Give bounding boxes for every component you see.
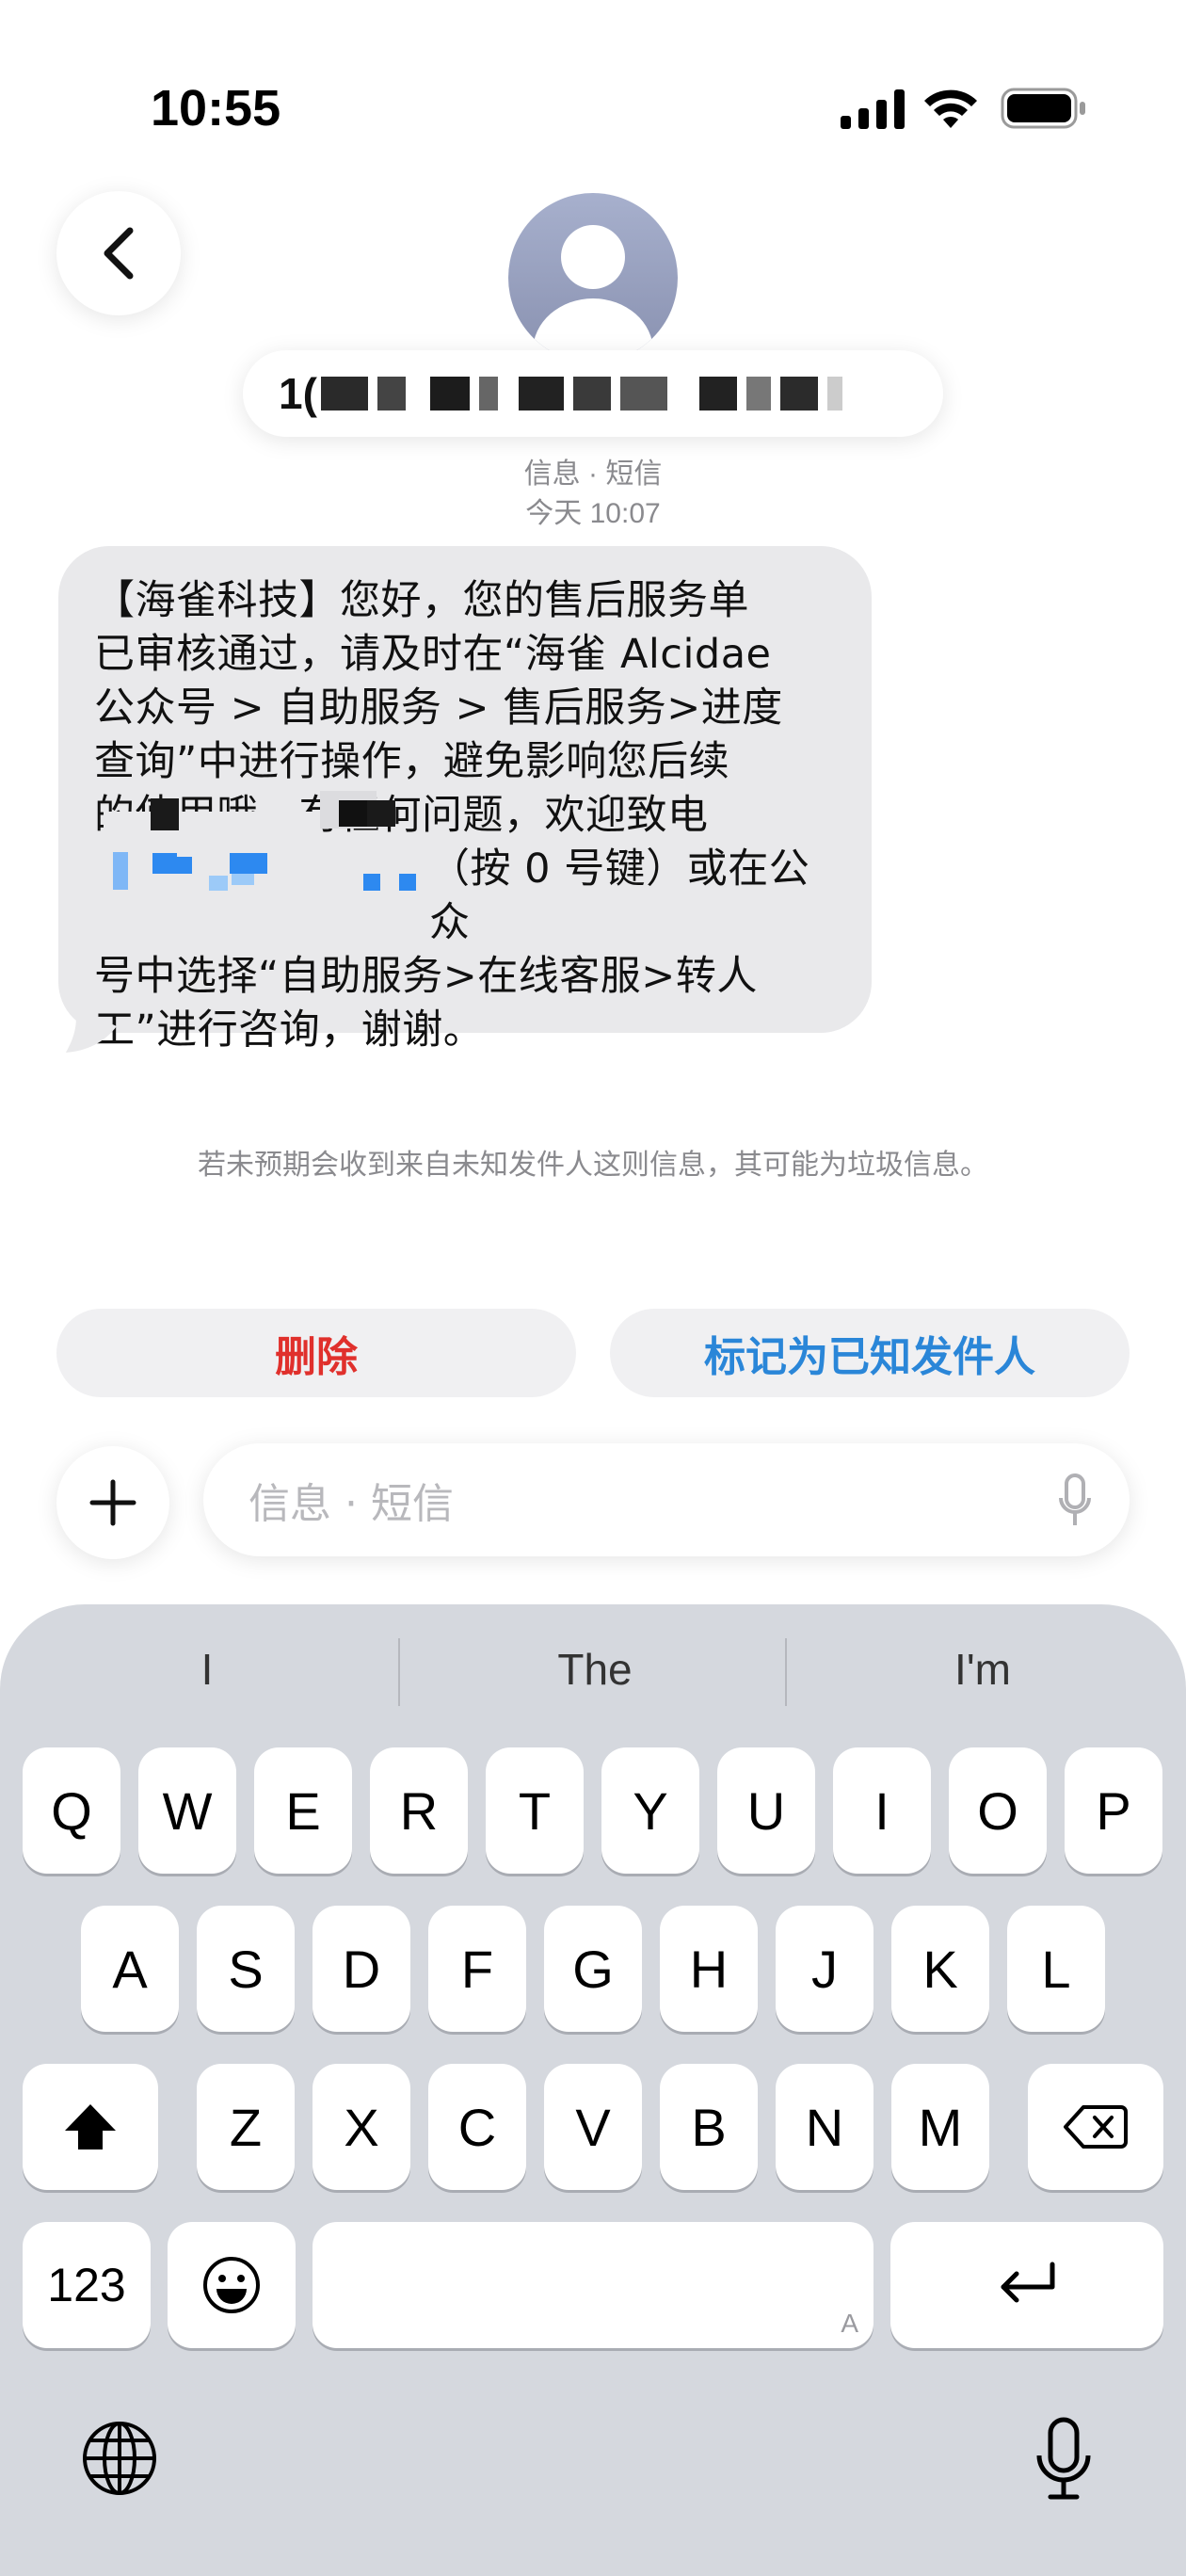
add-attachment-button[interactable]	[56, 1446, 169, 1559]
key-v[interactable]: V	[544, 2064, 642, 2190]
message-line: 号中选择“自助服务>在线客服>转人	[94, 953, 758, 1000]
suggestion-divider	[785, 1638, 787, 1706]
message-line: 公众号 > 自助服务 > 售后服务>进度	[94, 684, 783, 732]
key-e[interactable]: E	[254, 1747, 352, 1874]
person-icon	[533, 225, 653, 351]
key-g[interactable]: G	[544, 1906, 642, 2032]
key-h[interactable]: H	[660, 1906, 758, 2032]
key-r[interactable]: R	[370, 1747, 468, 1874]
suggestion-item[interactable]: The	[401, 1644, 789, 1695]
shift-icon	[65, 2104, 116, 2149]
cellular-signal-icon	[841, 89, 906, 129]
contact-number-prefix: 1(	[279, 369, 317, 418]
status-bar: 10:55	[0, 0, 1186, 188]
backspace-icon	[1064, 2105, 1128, 2149]
message-type-label: 信息 · 短信	[523, 459, 663, 490]
emoji-icon	[203, 2257, 260, 2313]
key-u[interactable]: U	[717, 1747, 815, 1874]
message-bubble[interactable]: 【海雀科技】您好，您的售后服务单 已审核通过，请及时在“海雀 Alcidae 公…	[58, 546, 872, 1054]
battery-icon	[1001, 88, 1085, 129]
key-j[interactable]: J	[776, 1906, 873, 2032]
suggestion-item[interactable]: I	[13, 1644, 401, 1695]
key-d[interactable]: D	[313, 1906, 410, 2032]
key-y[interactable]: Y	[601, 1747, 699, 1874]
keyboard: I The I'm Q W E R T Y U I O P A S D F G …	[0, 1604, 1186, 2576]
backspace-key[interactable]	[1028, 2064, 1163, 2190]
bubble-tail	[66, 1007, 117, 1053]
key-c[interactable]: C	[428, 2064, 526, 2190]
key-b[interactable]: B	[660, 2064, 758, 2190]
back-button[interactable]	[56, 191, 181, 315]
numbers-key[interactable]: 123	[23, 2222, 151, 2348]
contact-name-pill[interactable]: 1(	[243, 350, 943, 437]
return-key[interactable]	[890, 2222, 1163, 2348]
key-t[interactable]: T	[486, 1747, 584, 1874]
message-line: 查询”中进行操作，避免影响您后续	[94, 738, 730, 785]
status-time: 10:55	[151, 80, 281, 137]
key-a[interactable]: A	[81, 1906, 179, 2032]
redacted-number	[317, 377, 842, 411]
message-timestamp: 今天 10:07	[525, 498, 661, 529]
suggestion-divider	[398, 1638, 400, 1706]
key-f[interactable]: F	[428, 1906, 526, 2032]
shift-key[interactable]	[23, 2064, 158, 2190]
message-input-placeholder: 信息 · 短信	[248, 1480, 454, 1528]
message-line: 【海雀科技】您好，您的售后服务单	[94, 577, 749, 624]
contact-avatar[interactable]	[508, 193, 678, 362]
spam-warning: 若未预期会收到来自未知发件人这则信息，其可能为垃圾信息。	[198, 1149, 988, 1182]
message-input[interactable]: 信息 · 短信	[203, 1443, 1130, 1556]
globe-icon[interactable]	[81, 2420, 158, 2497]
key-q[interactable]: Q	[23, 1747, 120, 1874]
key-i[interactable]: I	[833, 1747, 931, 1874]
space-key[interactable]: A	[313, 2222, 873, 2348]
chevron-left-icon	[104, 227, 134, 280]
emoji-key[interactable]	[168, 2222, 296, 2348]
key-z[interactable]: Z	[197, 2064, 295, 2190]
message-line: 已审核通过，请及时在“海雀 Alcidae	[94, 631, 772, 678]
key-l[interactable]: L	[1007, 1906, 1105, 2032]
wifi-icon	[924, 89, 977, 128]
microphone-icon[interactable]	[1034, 2416, 1094, 2503]
key-w[interactable]: W	[138, 1747, 236, 1874]
microphone-icon[interactable]	[1058, 1473, 1092, 1528]
space-key-hint: A	[841, 2309, 858, 2338]
key-s[interactable]: S	[197, 1906, 295, 2032]
key-k[interactable]: K	[891, 1906, 989, 2032]
mark-known-sender-button[interactable]: 标记为已知发件人	[610, 1309, 1130, 1397]
plus-icon	[89, 1479, 136, 1526]
return-icon	[1001, 2262, 1055, 2303]
key-x[interactable]: X	[313, 2064, 410, 2190]
delete-button[interactable]: 删除	[56, 1309, 576, 1397]
key-m[interactable]: M	[891, 2064, 989, 2190]
suggestion-item[interactable]: I'm	[789, 1644, 1177, 1695]
suggestion-bar: I The I'm	[0, 1604, 1186, 1746]
message-line: 工”进行咨询，谢谢。	[94, 1006, 485, 1054]
key-n[interactable]: N	[776, 2064, 873, 2190]
key-p[interactable]: P	[1065, 1747, 1162, 1874]
key-o[interactable]: O	[949, 1747, 1047, 1874]
